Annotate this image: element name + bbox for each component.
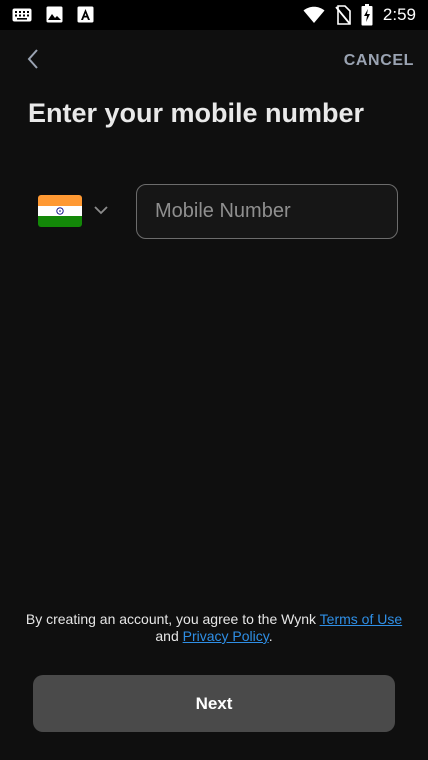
no-sim-icon [335, 5, 351, 25]
chevron-left-icon [26, 48, 40, 75]
terms-middle-text: and [155, 628, 183, 644]
login-screen: 2:59 CANCEL Enter your mobile number Mob… [0, 0, 428, 760]
mobile-number-input[interactable] [136, 184, 398, 239]
status-bar-notifications [12, 6, 94, 23]
app-a-icon [77, 6, 94, 23]
keyboard-icon [12, 8, 32, 22]
terms-prefix-text: By creating an account, you agree to the… [25, 611, 320, 627]
page-title: Enter your mobile number [28, 98, 365, 128]
status-bar-system: 2:59 [303, 4, 416, 26]
terms-of-use-link[interactable]: Terms of Use [320, 611, 402, 627]
status-time: 2:59 [382, 5, 416, 24]
next-button[interactable]: Next [33, 675, 395, 732]
status-bar: 2:59 [0, 0, 428, 30]
india-flag-icon [38, 195, 82, 227]
country-code-picker[interactable] [38, 195, 108, 227]
battery-charging-icon [361, 4, 373, 26]
chevron-down-icon [94, 202, 108, 220]
terms-suffix-text: . [268, 628, 273, 644]
cancel-button[interactable]: CANCEL [344, 52, 414, 70]
back-button[interactable] [18, 46, 48, 76]
terms-notice: By creating an account, you agree to the… [0, 611, 428, 645]
privacy-policy-link[interactable]: Privacy Policy [183, 628, 269, 644]
wifi-icon [303, 6, 325, 24]
image-icon [46, 6, 63, 23]
